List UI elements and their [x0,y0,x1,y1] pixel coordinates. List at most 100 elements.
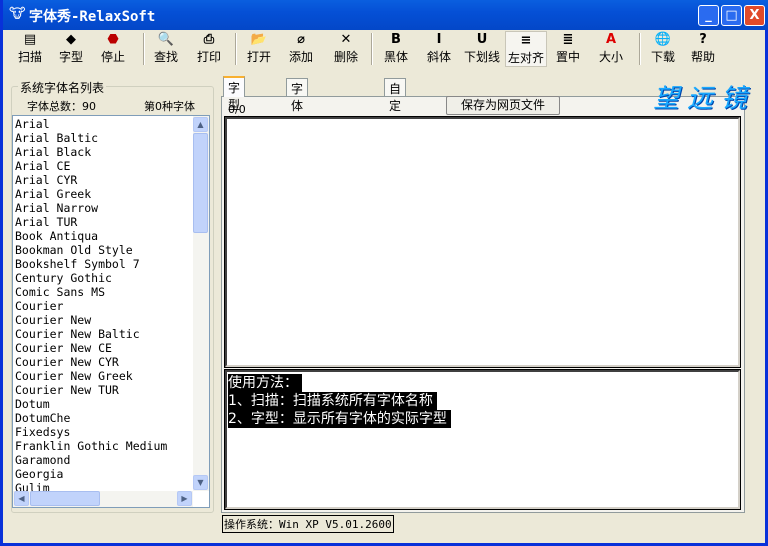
toolbar-button-13[interactable]: A 大小 [593,31,629,67]
app-window: 🐮 字体秀-RelaxSoft _ □ X ▤ 扫描 ◆ 字型 ⬣ 停止 🔍 查找 ⎙ 打印 📂 打开… [0,0,768,546]
help-line: 使用方法： [228,374,302,392]
font-list-item[interactable]: Comic Sans MS [15,285,167,299]
current-font-index: 第0种字体 [144,100,195,113]
minimize-button[interactable]: _ [698,5,719,26]
horizontal-scrollbar[interactable]: ◀ ▶ [13,491,193,507]
font-list-item[interactable]: Courier New [15,313,167,327]
toolbar-button-label: 下划线 [463,50,500,64]
toolbar-button-label: 停止 [100,50,125,64]
font-list-item[interactable]: Arial CYR [15,173,167,187]
font-list-item[interactable]: Courier New Greek [15,369,167,383]
close-button[interactable]: X [744,5,765,26]
window-title: 字体秀-RelaxSoft [29,9,156,25]
toolbar-button-label: 扫描 [17,50,42,64]
font-list-item[interactable]: Arial Narrow [15,201,167,215]
group-title: 系统字体名列表 [18,79,107,96]
font-list-item[interactable]: Arial Baltic [15,131,167,145]
toolbar-separator [639,33,641,65]
toolbar-button-0[interactable]: ▤ 扫描 [11,31,49,67]
font-list-item[interactable]: Book Antiqua [15,229,167,243]
scroll-thumb[interactable] [193,133,208,233]
tab-custom[interactable]: 自定义 [384,78,407,130]
toolbar-button-12[interactable]: ≣ 置中 [549,31,587,67]
help-icon: ? [699,32,707,47]
toolbar-button-1[interactable]: ◆ 字型 [53,31,89,67]
font-list-item[interactable]: Arial Greek [15,187,167,201]
help-text-area[interactable]: 使用方法： 1、扫描：扫描系统所有字体名称 2、字型：显示所有字体的实际字型 [224,369,741,510]
counter: 0/0 [228,103,246,116]
toolbar-button-label: 打开 [246,50,271,64]
font-list-item[interactable]: Arial TUR [15,215,167,229]
font-list-item[interactable]: Courier New CYR [15,355,167,369]
font-list-item[interactable]: Franklin Gothic Medium [15,439,167,453]
font-list-item[interactable]: Arial [15,117,167,131]
vertical-scrollbar[interactable]: ▲ ▼ [193,116,209,491]
toolbar-button-2[interactable]: ⬣ 停止 [95,31,131,67]
font-list-item[interactable]: Courier [15,299,167,313]
font-list-item[interactable]: Courier New Baltic [15,327,167,341]
tab-font-file-list[interactable]: 字体文件名列表 [286,78,309,198]
font-list-item[interactable]: Arial CE [15,159,167,173]
h-scroll-thumb[interactable] [30,491,100,506]
toolbar-button-label: 黑体 [383,50,408,64]
font-list-item[interactable]: Bookman Old Style [15,243,167,257]
toolbar-button-label: 帮助 [690,50,715,64]
toolbar-button-label: 查找 [153,50,178,64]
align-center-icon: ≣ [562,32,574,47]
font-listbox[interactable]: Arial Arial Baltic Arial Black Arial CE Aria… [12,115,210,508]
font-list-item[interactable]: Georgia [15,467,167,481]
font-list-item[interactable]: Garamond [15,453,167,467]
logo: 望远镜 [653,84,756,114]
toolbar-button-6[interactable]: ⌀ 添加 [283,31,319,67]
underline-icon: U [476,32,488,47]
toolbar: ▤ 扫描 ◆ 字型 ⬣ 停止 🔍 查找 ⎙ 打印 📂 打开 ⌀ 添加 ✕ 删除 B 黑体 I 斜体 U 下划线 ≡ 左对齐 ≣ 置… [3,30,765,68]
toolbar-button-8[interactable]: B 黑体 [378,31,414,67]
toolbar-button-label: 添加 [288,50,313,64]
toolbar-button-label: 字型 [58,50,83,64]
toolbar-button-4[interactable]: ⎙ 打印 [191,31,227,67]
tab-glyph-list[interactable]: 字型列表 [223,76,246,146]
toolbar-button-15[interactable]: ? 帮助 [685,31,721,67]
toolbar-button-label: 打印 [196,50,221,64]
toolbar-button-label: 大小 [598,50,623,64]
scroll-down-button[interactable]: ▼ [193,475,208,490]
toolbar-button-14[interactable]: 🌐 下载 [645,31,681,67]
toolbar-button-10[interactable]: U 下划线 [461,31,503,67]
preview-area[interactable] [224,116,741,368]
toolbar-separator [235,33,237,65]
help-line: 1、扫描：扫描系统所有字体名称 [228,392,437,410]
font-list-item[interactable]: Arial Black [15,145,167,159]
find-icon: 🔍 [157,32,175,47]
italic-icon: I [436,32,442,47]
scroll-up-button[interactable]: ▲ [193,117,208,132]
toolbar-button-5[interactable]: 📂 打开 [241,31,277,67]
font-list-item[interactable]: Courier New TUR [15,383,167,397]
maximize-button[interactable]: □ [721,5,742,26]
scanner-icon: ▤ [23,32,37,47]
toolbar-button-label: 左对齐 [507,51,544,65]
font-list-item[interactable]: Courier New CE [15,341,167,355]
toolbar-button-label: 删除 [333,50,358,64]
toolbar-button-label: 置中 [555,50,580,64]
cow-icon: 🐮 [9,6,26,22]
toolbar-button-9[interactable]: I 斜体 [421,31,457,67]
font-list-item[interactable]: Dotum [15,397,167,411]
toolbar-button-7[interactable]: ✕ 删除 [328,31,364,67]
font-list-item[interactable]: Century Gothic [15,271,167,285]
toolbar-button-label: 下载 [650,50,675,64]
toolbar-button-3[interactable]: 🔍 查找 [148,31,184,67]
font-list-item[interactable]: Bookshelf Symbol 7 [15,257,167,271]
stop-icon: ⬣ [107,32,119,47]
font-list-item[interactable]: Fixedsys [15,425,167,439]
save-as-webpage-button[interactable]: 保存为网页文件 [446,96,560,115]
toolbar-separator [143,33,145,65]
toolbar-button-11[interactable]: ≡ 左对齐 [505,31,547,67]
scroll-left-button[interactable]: ◀ [14,491,29,506]
title-bar[interactable]: 🐮 字体秀-RelaxSoft _ □ X [3,0,768,30]
font-total: 字体总数：90 [27,100,96,113]
printer-icon: ⎙ [203,32,215,47]
paperclip-icon: ⌀ [297,32,305,47]
font-list-item[interactable]: DotumChe [15,411,167,425]
download-icon: 🌐 [654,32,672,47]
scroll-right-button[interactable]: ▶ [177,491,192,506]
